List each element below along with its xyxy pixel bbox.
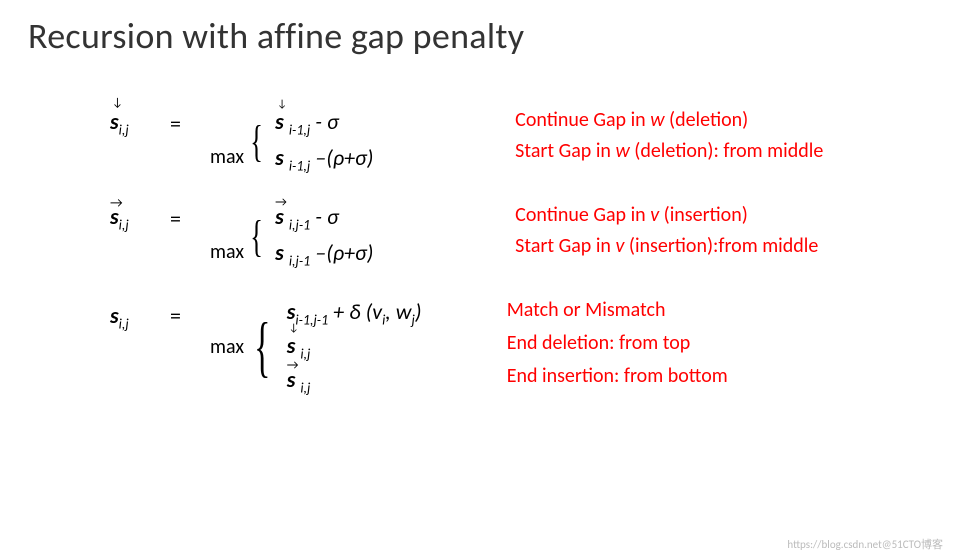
- brace-icon: {: [250, 203, 263, 270]
- max-cases-down: max { ↓ s i-1,j - σ s i-1,j –(ρ+σ): [210, 108, 495, 175]
- case-start-ins: s i,j-1 –(ρ+σ): [275, 239, 495, 269]
- notes-middle: Match or Mismatch End deletion: from top…: [507, 298, 728, 388]
- case-end-del: ↓ s i,j: [287, 332, 507, 362]
- down-arrow-icon: ↓: [289, 321, 299, 334]
- note-continue-del: Continue Gap in w (deletion): [515, 108, 823, 132]
- equals-sign: =: [170, 203, 210, 232]
- max-label: max: [210, 240, 244, 264]
- note-end-ins: End insertion: from bottom: [507, 364, 728, 388]
- equals-sign: =: [170, 108, 210, 137]
- notes-deletion: Continue Gap in w (deletion) Start Gap i…: [515, 108, 823, 163]
- lhs-s-mid: si,j: [110, 298, 170, 332]
- notes-insertion: Continue Gap in v (insertion) Start Gap …: [515, 203, 818, 258]
- right-arrow-icon: →: [110, 194, 120, 211]
- down-arrow-icon: ↓: [112, 96, 123, 110]
- case-start-del: s i-1,j –(ρ+σ): [275, 144, 495, 174]
- note-match: Match or Mismatch: [507, 298, 728, 322]
- equation-block-middle: si,j = max { si-1,j-1 + δ (vi, wj) ↓ s i…: [110, 298, 953, 397]
- brace-icon: {: [250, 108, 263, 175]
- case-continue-ins: → s i,j-1 - σ: [275, 203, 495, 233]
- max-cases-mid: max { si-1,j-1 + δ (vi, wj) ↓ s i,j → s …: [210, 298, 507, 397]
- page-title: Recursion with affine gap penalty: [0, 0, 953, 58]
- brace-icon: {: [254, 298, 270, 397]
- lhs-s-down: ↓ si,j: [110, 108, 170, 138]
- right-arrow-icon: →: [287, 358, 296, 373]
- equals-sign: =: [170, 298, 210, 329]
- case-end-ins: → s i,j: [287, 366, 507, 396]
- watermark: https://blog.csdn.net@51CTO博客: [787, 536, 943, 552]
- equations-content: ↓ si,j = max { ↓ s i-1,j - σ s i-1,j –(ρ…: [0, 58, 953, 397]
- equation-block-insertion: → si,j = max { → s i,j-1 - σ s i,j-1 –(ρ…: [110, 203, 953, 270]
- lhs-s-right: → si,j: [110, 203, 170, 233]
- case-continue-del: ↓ s i-1,j - σ: [275, 108, 495, 138]
- note-start-ins: Start Gap in v (insertion):from middle: [515, 234, 818, 258]
- right-arrow-icon: →: [275, 195, 284, 210]
- max-label: max: [210, 145, 244, 169]
- equation-block-deletion: ↓ si,j = max { ↓ s i-1,j - σ s i-1,j –(ρ…: [110, 108, 953, 175]
- note-end-del: End deletion: from top: [507, 331, 728, 355]
- down-arrow-icon: ↓: [277, 97, 287, 110]
- max-cases-right: max { → s i,j-1 - σ s i,j-1 –(ρ+σ): [210, 203, 495, 270]
- note-start-del: Start Gap in w (deletion): from middle: [515, 139, 823, 163]
- case-match: si-1,j-1 + δ (vi, wj): [287, 298, 507, 328]
- max-label: max: [210, 335, 244, 359]
- note-continue-ins: Continue Gap in v (insertion): [515, 203, 818, 227]
